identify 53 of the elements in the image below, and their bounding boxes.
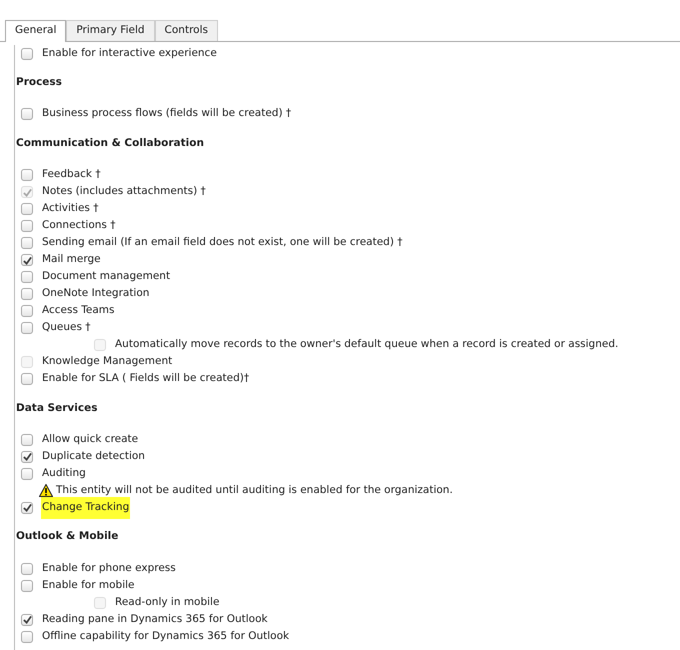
checkbox-label: Document management <box>41 269 172 284</box>
checkbox[interactable] <box>21 203 33 215</box>
checkbox[interactable] <box>21 322 33 334</box>
checkbox-label: Change Tracking <box>41 496 130 519</box>
checkbox-label: Enable for interactive experience <box>41 46 218 61</box>
checkbox-label: Offline capability for Dynamics 365 for Outlook <box>41 628 290 644</box>
checkbox[interactable] <box>21 373 33 385</box>
checkbox[interactable] <box>21 108 33 120</box>
checkbox-label: Business process flows (fields will be created) † <box>41 106 292 122</box>
checkbox-label: Notes (includes attachments) † <box>41 184 207 200</box>
checkbox[interactable] <box>21 468 33 480</box>
warning-message: This entity will not be audited until auditing is enabled for the organization. <box>56 482 453 498</box>
tab[interactable]: Primary Field <box>66 20 155 41</box>
checkbox-label: Connections † <box>41 218 116 234</box>
checkbox-label: Duplicate detection <box>41 448 146 464</box>
checkbox[interactable] <box>21 502 33 514</box>
checkbox[interactable] <box>21 580 33 592</box>
checkbox-label: Allow quick create <box>41 432 140 447</box>
tab[interactable]: General <box>5 20 66 42</box>
checkbox[interactable] <box>21 271 33 283</box>
tab[interactable]: Controls <box>154 20 218 41</box>
checkbox-label: Activities † <box>41 201 100 216</box>
checkbox[interactable] <box>21 220 33 232</box>
checkbox-label: Enable for phone express <box>41 560 177 576</box>
checkbox-label: Access Teams <box>41 303 116 318</box>
checkbox[interactable] <box>21 237 33 249</box>
checkbox[interactable] <box>21 288 33 300</box>
checkbox[interactable] <box>21 254 33 266</box>
checkbox-label: Read-only in mobile <box>114 594 220 610</box>
section-heading: Process <box>16 75 63 90</box>
checkbox-label: Auditing <box>41 466 87 481</box>
checkbox[interactable] <box>21 48 33 60</box>
checkbox[interactable] <box>21 630 33 642</box>
checkbox[interactable] <box>21 562 33 574</box>
checkbox-label: Mail merge <box>41 252 102 268</box>
checkbox-label: Queues † <box>41 320 92 336</box>
checkbox[interactable] <box>21 450 33 463</box>
checkbox-label: Feedback † <box>41 167 102 182</box>
checkbox[interactable] <box>21 169 33 181</box>
warning-icon <box>39 484 53 498</box>
checkbox[interactable] <box>21 305 33 317</box>
section-heading: Outlook & Mobile <box>16 529 120 544</box>
checkbox-label: OneNote Integration <box>41 286 150 302</box>
checkbox-label: Sending email (If an email field does not exist, one will be created) † <box>41 235 404 250</box>
checkbox-label: Enable for mobile <box>41 578 136 593</box>
checkbox-label: Enable for SLA ( Fields will be created)† <box>41 371 250 386</box>
section-heading: Communication & Collaboration <box>16 136 205 151</box>
checkbox-label: Knowledge Management <box>41 354 174 370</box>
section-heading: Data Services <box>16 400 98 416</box>
checkbox[interactable] <box>21 434 33 446</box>
checkbox-label: Reading pane in Dynamics 365 for Outlook <box>41 612 269 627</box>
checkbox-label: Automatically move records to the owner's default queue when a record is created or assigned. <box>114 337 620 352</box>
checkbox[interactable] <box>21 614 33 626</box>
